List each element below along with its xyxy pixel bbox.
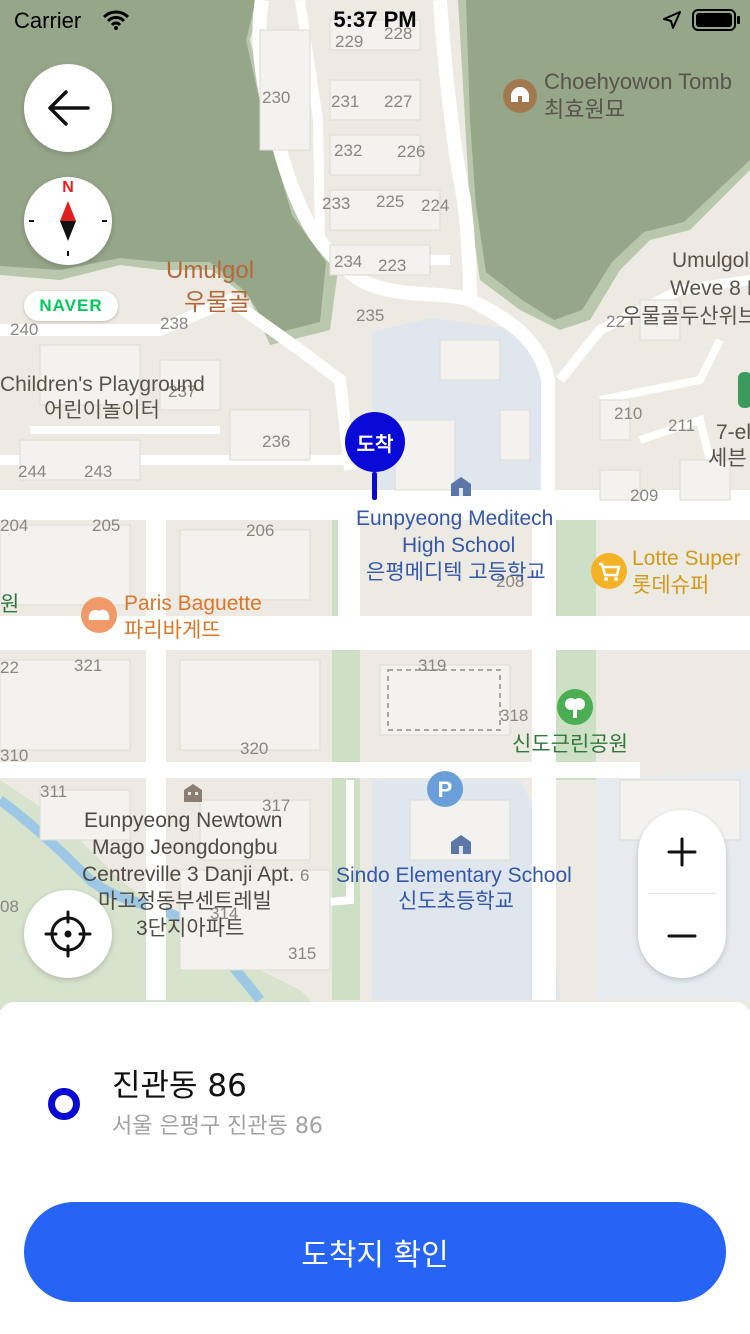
block-number: 209 bbox=[630, 486, 659, 505]
park-icon bbox=[557, 689, 593, 725]
back-button[interactable] bbox=[24, 64, 112, 152]
block-number: 211 bbox=[668, 416, 696, 435]
compass-icon: N bbox=[24, 177, 112, 265]
block-number: 6 bbox=[300, 866, 310, 885]
block-number: 226 bbox=[397, 142, 426, 161]
block-number: 320 bbox=[240, 739, 269, 758]
block-number: 227 bbox=[384, 92, 413, 111]
destination-address: 서울 은평구 진관동 86 bbox=[112, 1114, 323, 1139]
location-arrow-icon bbox=[663, 11, 681, 29]
poi-label: Eunpyeong Newtown bbox=[84, 809, 283, 832]
confirm-destination-button[interactable]: 도착지 확인 bbox=[24, 1202, 726, 1302]
minus-icon bbox=[667, 934, 697, 938]
block-number: 210 bbox=[614, 404, 643, 423]
block-number: 224 bbox=[421, 196, 450, 215]
block-number: 233 bbox=[322, 194, 351, 213]
poi-label: 롯데슈퍼 bbox=[632, 574, 710, 597]
poi-label: Lotte Super bbox=[632, 547, 741, 570]
block-number: 22 bbox=[0, 658, 19, 677]
poi-label: 세븐 bbox=[708, 447, 747, 470]
plus-icon bbox=[667, 837, 697, 867]
block-number: 244 bbox=[18, 462, 47, 481]
block-number: 204 bbox=[0, 516, 29, 535]
block-number: 234 bbox=[334, 252, 363, 271]
block-number: 243 bbox=[84, 462, 113, 481]
zoom-control bbox=[638, 810, 726, 978]
poi-label: 신도초등학교 bbox=[398, 890, 514, 913]
zoom-out-button[interactable] bbox=[638, 894, 726, 978]
block-number: 236 bbox=[262, 432, 291, 451]
poi-label: 마고정동부센트레빌 bbox=[98, 890, 272, 913]
poi-label: Umulgol bbox=[672, 249, 750, 272]
crosshair-icon bbox=[44, 910, 92, 958]
block-number: 315 bbox=[288, 944, 317, 963]
block-number: 232 bbox=[334, 141, 363, 160]
poi-label: Mago Jeongdongbu bbox=[92, 836, 278, 859]
destination-title: 진관동 86 bbox=[112, 1068, 247, 1104]
compass-needle bbox=[29, 201, 107, 256]
supermarket-icon bbox=[591, 553, 627, 589]
parking-icon: P bbox=[427, 771, 463, 807]
block-number: 319 bbox=[418, 656, 447, 675]
poi-label: 최효원묘 bbox=[544, 97, 625, 122]
block-number: 225 bbox=[376, 192, 405, 211]
poi-label: 어린이놀이터 bbox=[44, 399, 160, 422]
poi-label: 우물골 bbox=[184, 289, 251, 316]
poi-label: Sindo Elementary School bbox=[336, 864, 572, 887]
poi-label: Eunpyeong Meditech bbox=[356, 507, 554, 530]
poi-label: Paris Baguette bbox=[124, 592, 262, 615]
block-number: 08 bbox=[0, 897, 19, 916]
bakery-icon bbox=[81, 597, 117, 633]
battery-icon bbox=[692, 9, 740, 31]
poi-label: 우물골두산위브 bbox=[622, 305, 750, 328]
poi-label: Choehyowon Tomb bbox=[544, 69, 732, 94]
block-number: 206 bbox=[246, 521, 275, 540]
tomb-icon bbox=[503, 79, 537, 113]
poi-label: 은평메디텍 고등학교 bbox=[366, 561, 546, 584]
poi-label: Centreville 3 Danji Apt. bbox=[82, 863, 295, 886]
block-number: 223 bbox=[378, 256, 407, 275]
destination-pin[interactable]: 도착 bbox=[345, 412, 405, 500]
poi-label: 7-el bbox=[716, 421, 750, 444]
destination-marker-icon bbox=[48, 1088, 80, 1120]
block-number: 235 bbox=[356, 306, 385, 325]
school-icon bbox=[451, 477, 471, 496]
destination-sheet: 진관동 86 서울 은평구 진관동 86 도착지 확인 bbox=[0, 1002, 750, 1334]
block-number: 321 bbox=[74, 656, 103, 675]
destination-pin-label: 도착 bbox=[345, 412, 405, 472]
poi-label: High School bbox=[402, 534, 516, 557]
poi-label: Umulgol bbox=[166, 257, 255, 284]
poi-label: 3단지아파트 bbox=[136, 917, 245, 940]
zoom-in-button[interactable] bbox=[638, 810, 726, 894]
destination-pin-stick bbox=[372, 472, 377, 500]
block-number: 205 bbox=[92, 516, 121, 535]
clock: 5:37 PM bbox=[333, 7, 417, 32]
svg-text:P: P bbox=[438, 777, 453, 802]
poi-label: 원 bbox=[0, 593, 20, 616]
block-number: 231 bbox=[331, 92, 360, 111]
back-arrow-icon bbox=[48, 90, 90, 126]
convenience-store-icon bbox=[738, 372, 750, 408]
poi-label: Weve 8 I bbox=[670, 277, 750, 300]
apartment-icon bbox=[184, 784, 202, 802]
school-icon bbox=[451, 835, 471, 854]
naver-logo: NAVER bbox=[24, 291, 118, 321]
block-number: 311 bbox=[40, 782, 68, 801]
poi-label: 신도근린공원 bbox=[512, 733, 628, 756]
block-number: 310 bbox=[0, 746, 29, 765]
status-bar: Carrier 5:37 PM bbox=[0, 0, 750, 40]
poi-label: Children's Playground bbox=[0, 373, 205, 396]
current-location-button[interactable] bbox=[24, 890, 112, 978]
block-number: 318 bbox=[500, 706, 529, 725]
poi-label: 파리바게뜨 bbox=[124, 619, 221, 642]
compass-button[interactable]: N bbox=[24, 177, 112, 265]
block-number: 230 bbox=[262, 88, 291, 107]
block-number: 240 bbox=[10, 320, 39, 339]
block-number: 238 bbox=[160, 314, 189, 333]
